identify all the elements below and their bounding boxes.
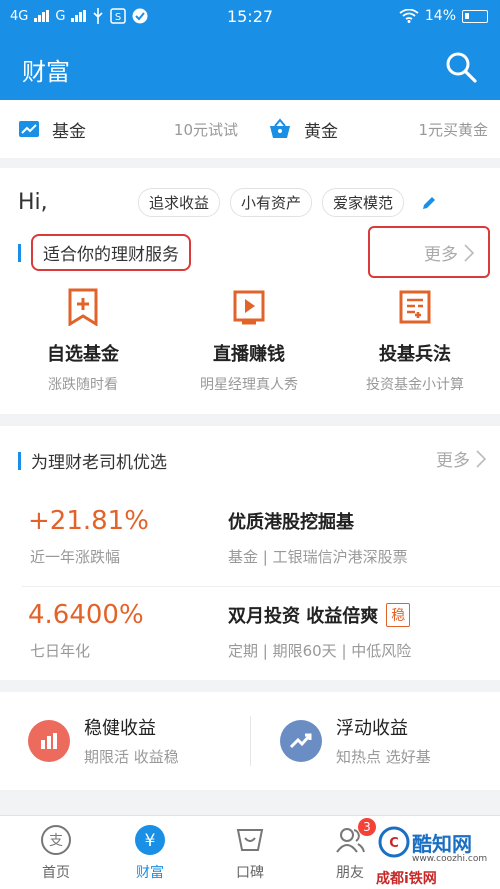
greeting-text: Hi,	[18, 190, 48, 215]
services-title-row: 适合你的理财服务	[18, 234, 191, 271]
svg-text:支: 支	[49, 833, 63, 849]
service-desc: 投资基金小计算	[366, 377, 464, 393]
user-tag[interactable]: 追求收益	[138, 188, 221, 217]
pick-title: 双月投资 收益倍爽 稳	[228, 602, 411, 628]
pick-meta: 定期 | 期限60天 | 中低风险	[228, 642, 412, 660]
services-more-highlight[interactable]: 更多	[368, 226, 490, 278]
page-title: 财富	[22, 58, 70, 86]
calculator-book-icon	[399, 290, 431, 324]
bookmark-plus-icon	[68, 288, 98, 326]
pick-item-fixed[interactable]: 4.6400% 七日年化 双月投资 收益倍爽 稳 定期 | 期限60天 | 中低…	[0, 586, 500, 706]
quick-entries: 基金 10元试试 黄金 1元买黄金	[0, 100, 500, 158]
yen-icon: ¥	[135, 825, 165, 855]
user-tags: 追求收益 小有资产 爱家模范	[138, 188, 438, 217]
bottom-tab-bar: 支 首页 ¥ 财富 口碑 3 朋友 C 酷知网 www.coozhi.com 成…	[0, 815, 500, 889]
watermark-url: www.coozhi.com	[412, 854, 488, 864]
income-desc: 期限活 收益稳	[84, 748, 179, 766]
services-title: 适合你的理财服务	[31, 234, 191, 271]
section-marker	[18, 243, 21, 262]
coozhi-logo-icon: C	[378, 826, 410, 858]
battery-percent: 14%	[424, 8, 456, 24]
tab-label: 首页	[42, 865, 70, 881]
picks-more-label: 更多	[436, 451, 470, 471]
quick-fund-label: 基金	[52, 121, 86, 142]
watermark-brand: 酷知网	[412, 832, 472, 856]
battery-icon	[462, 9, 488, 23]
income-types-card: 稳健收益 期限活 收益稳 浮动收益 知热点 选好基	[0, 692, 500, 790]
stable-badge: 稳	[386, 603, 411, 627]
picks-card: 为理财老司机优选 更多 +21.81% 近一年涨跌幅 优质港股挖掘基 基金 | …	[0, 426, 500, 680]
basket-icon	[270, 118, 290, 138]
services-card: Hi, 追求收益 小有资产 爱家模范 适合你的理财服务 更多 自选基金 涨跌随时…	[0, 168, 500, 414]
pick-value: +21.81%	[28, 506, 149, 536]
service-desc: 明星经理真人秀	[200, 377, 298, 393]
service-item-live[interactable]: 直播赚钱 明星经理真人秀	[166, 288, 332, 394]
bar-chart-icon	[28, 719, 70, 762]
income-title: 浮动收益	[336, 718, 408, 739]
pick-title-text: 双月投资 收益倍爽	[228, 606, 379, 627]
pick-title: 优质港股挖掘基	[228, 508, 354, 534]
divider	[250, 716, 251, 766]
watermark-site: 成都i铁网	[376, 871, 437, 887]
tab-koubei[interactable]: 口碑	[200, 824, 300, 882]
wifi-icon	[399, 9, 419, 23]
status-right: 14%	[399, 8, 488, 24]
floating-income-entry[interactable]: 浮动收益 知热点 选好基	[280, 714, 431, 767]
pencil-icon[interactable]	[420, 194, 438, 212]
watermark: C 酷知网 www.coozhi.com 成都i铁网	[376, 822, 494, 887]
service-desc: 涨跌随时看	[48, 377, 118, 393]
unread-badge: 3	[358, 818, 376, 836]
pick-value: 4.6400%	[28, 600, 144, 630]
user-tag[interactable]: 爱家模范	[322, 188, 405, 217]
steady-income-entry[interactable]: 稳健收益 期限活 收益稳	[28, 714, 179, 767]
picks-more-link[interactable]: 更多	[436, 446, 486, 471]
picks-title: 为理财老司机优选	[31, 453, 167, 473]
quick-fund[interactable]: 基金 10元试试	[18, 100, 238, 158]
tab-label: 口碑	[236, 865, 264, 881]
app-header: 财富	[0, 34, 500, 100]
koubei-icon	[236, 829, 264, 851]
tab-home[interactable]: 支 首页	[6, 824, 106, 882]
section-marker	[18, 451, 21, 470]
tab-wealth[interactable]: ¥ 财富	[100, 824, 200, 882]
live-video-icon	[233, 290, 265, 325]
svg-text:¥: ¥	[145, 831, 156, 851]
chevron-right-icon	[476, 449, 486, 468]
quick-gold-sub: 1元买黄金	[418, 120, 488, 139]
quick-gold[interactable]: 黄金 1元买黄金	[268, 100, 488, 158]
picks-title-row: 为理财老司机优选	[18, 448, 167, 473]
pick-title-text: 优质港股挖掘基	[228, 512, 354, 533]
pick-value-label: 近一年涨跌幅	[30, 548, 121, 566]
income-title: 稳健收益	[84, 718, 156, 739]
service-name: 投基兵法	[379, 344, 451, 365]
chevron-right-icon	[464, 243, 474, 262]
search-icon[interactable]	[444, 50, 478, 84]
status-bar: 4G G S 15:27 14%	[0, 0, 500, 34]
services-more-link[interactable]: 更多	[424, 240, 474, 265]
tab-label: 财富	[136, 865, 164, 881]
pick-value-label: 七日年化	[30, 642, 91, 660]
fund-chart-icon	[19, 121, 39, 137]
trend-up-icon	[280, 719, 322, 762]
services-more-label: 更多	[424, 245, 458, 265]
svg-text:C: C	[389, 836, 399, 851]
user-tag[interactable]: 小有资产	[230, 188, 313, 217]
quick-fund-sub: 10元试试	[173, 120, 238, 139]
service-name: 直播赚钱	[213, 344, 285, 365]
alipay-icon: 支	[41, 825, 71, 855]
service-item-strategy[interactable]: 投基兵法 投资基金小计算	[332, 288, 498, 394]
service-name: 自选基金	[47, 344, 119, 365]
income-desc: 知热点 选好基	[336, 748, 431, 766]
service-item-favorites[interactable]: 自选基金 涨跌随时看	[0, 288, 166, 394]
quick-gold-label: 黄金	[304, 121, 338, 142]
pick-meta: 基金 | 工银瑞信沪港深股票	[228, 548, 408, 566]
